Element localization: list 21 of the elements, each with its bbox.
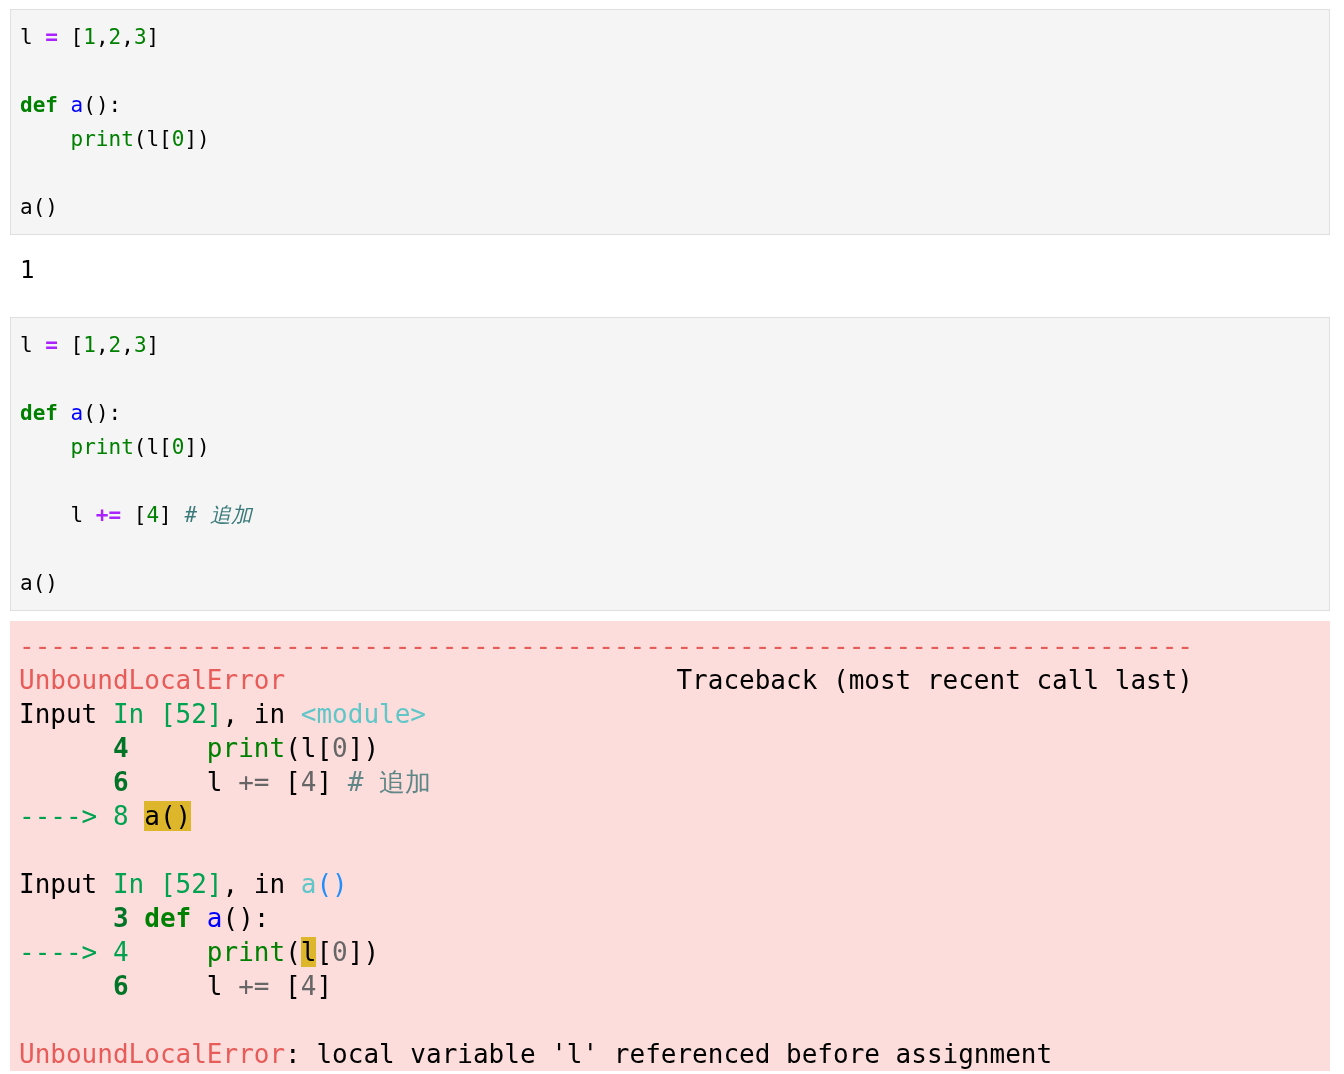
code-line: l = [1,2,3] [20, 332, 161, 359]
traceback-line: 3 def a(): [111, 902, 271, 935]
cell-output: 1 [20, 256, 35, 284]
traceback-line: ----> 8 a() [19, 800, 193, 833]
traceback-line: 6 l += [4] # 追加 [111, 766, 433, 799]
traceback-line: Input In [52], in <module> [19, 698, 427, 731]
code-line: l += [4] # 追加 [69, 502, 254, 529]
traceback-line: 6 l += [4] [111, 970, 334, 1003]
traceback-line: ----> 4 print(l[0]) [19, 936, 381, 969]
traceback-line: 4 print(l[0]) [111, 732, 381, 765]
code-line: def a(): [20, 92, 123, 119]
code-line: print(l[0]) [69, 126, 211, 153]
code-line: def a(): [20, 400, 123, 427]
traceback-line: Input In [52], in a() [19, 868, 349, 901]
traceback-line: UnboundLocalError Traceback (most recent call last) [19, 664, 1194, 697]
code-line: print(l[0]) [69, 434, 211, 461]
code-line: a() [20, 570, 59, 597]
traceback-line: --------------------------------------------------------------------------- [19, 630, 1194, 663]
traceback-line: UnboundLocalError: local variable 'l' referenced before assignment [19, 1038, 1054, 1071]
code-line: l = [1,2,3] [20, 24, 161, 51]
code-line: a() [20, 194, 59, 221]
